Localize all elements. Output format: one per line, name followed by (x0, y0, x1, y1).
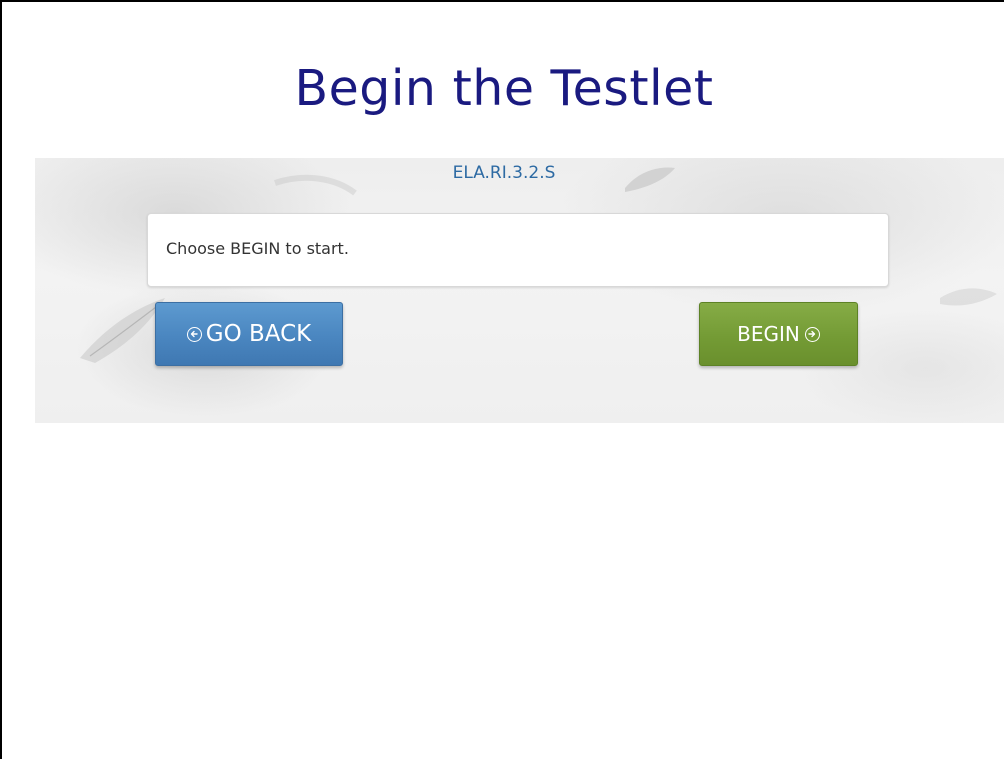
watercolor-leaves-decoration (80, 167, 997, 363)
slide: Begin the Testlet ELA.RI.3.2.S Choose BE… (0, 0, 1004, 759)
go-back-button[interactable]: GO BACK (155, 302, 343, 366)
testlet-panel: ELA.RI.3.2.S Choose BEGIN to start. GO B… (35, 158, 1004, 423)
instruction-text: Choose BEGIN to start. (166, 239, 349, 258)
page-title: Begin the Testlet (294, 60, 714, 117)
begin-label: BEGIN (737, 322, 800, 346)
circle-arrow-left-icon (186, 326, 202, 342)
begin-button[interactable]: BEGIN (699, 302, 858, 366)
go-back-label: GO BACK (205, 321, 312, 347)
instruction-box: Choose BEGIN to start. (147, 213, 889, 287)
circle-arrow-right-icon (804, 326, 820, 342)
testlet-code: ELA.RI.3.2.S (452, 163, 556, 183)
